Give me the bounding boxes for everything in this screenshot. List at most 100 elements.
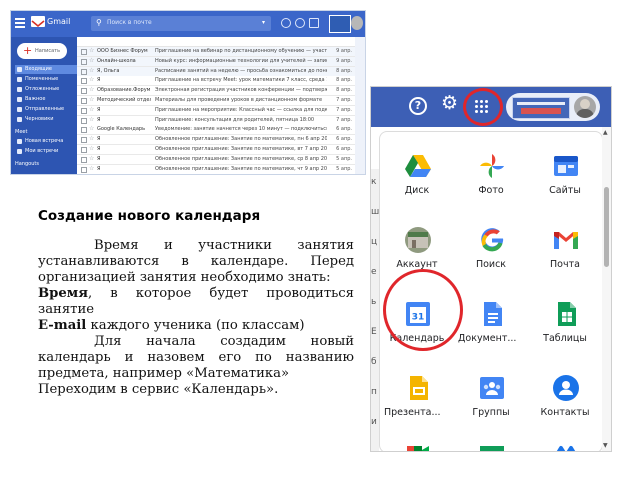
caret-down-icon[interactable]: ▾ [262,19,265,26]
app-drive[interactable]: Диск [380,142,454,206]
app-sheets[interactable]: Таблицы [528,290,602,354]
help-icon[interactable] [281,18,291,28]
apps-grid-icon[interactable] [309,18,319,28]
table-row[interactable]: ☆ Я Приглашение: консультация для родителе… [77,115,355,126]
jamboard-icon [556,446,576,451]
scroll-thumb[interactable] [604,187,609,267]
checkbox[interactable] [81,147,87,153]
app-contacts[interactable]: Контакты [528,364,602,428]
checkbox[interactable] [81,58,87,65]
app-classroom[interactable] [454,428,528,451]
scroll-down-icon[interactable]: ▼ [603,442,608,449]
star-icon[interactable]: ☆ [89,57,94,64]
contacts-icon [553,375,579,401]
star-icon[interactable]: ☆ [89,165,94,172]
intro-paragraph: Время и участники занятия устанавливаютс… [38,238,354,285]
page-title: Создание нового календаря [38,208,261,224]
checkbox[interactable] [81,137,87,144]
message-sender: Google Календарь [97,126,146,133]
sidebar-item-drafts[interactable]: Черновики [15,115,77,124]
table-row[interactable]: ☆ Образование.Форум Электронная регистраци… [77,86,355,97]
checkbox[interactable] [81,107,87,114]
table-row[interactable]: ☆ Я Обновленное приглашение: Занятие по ма… [77,154,355,165]
photos-icon [480,154,504,178]
sidebar-item-my-meetings[interactable]: Мои встречи [15,147,77,156]
table-row[interactable]: ☆ Я Обновленное приглашение: Занятие по ма… [77,135,355,146]
app-slides[interactable]: Презента... [380,364,454,428]
slides-icon [410,376,428,400]
star-icon[interactable]: ☆ [89,155,94,162]
search-placeholder: Поиск в почте [107,19,152,26]
table-row[interactable]: ☆ ООО Бизнес Форум Приглашение на вебинар … [77,47,355,57]
star-icon[interactable]: ☆ [89,116,94,123]
sidebar-item-new-meeting[interactable]: Новая встреча [15,137,77,146]
checkbox[interactable] [81,127,87,134]
app-docs[interactable]: Документ... [454,290,528,354]
gmail-screenshot: Gmail ⚲ Поиск в почте ▾ + Написать Входя… [10,10,366,175]
star-icon[interactable]: ☆ [89,76,94,83]
star-icon[interactable]: ☆ [89,125,94,132]
message-date: 7 апр. [336,97,352,103]
checkbox[interactable] [81,166,87,173]
inbox-icon [17,67,22,72]
search-icon: ⚲ [96,18,102,27]
menu-icon[interactable] [15,18,25,28]
help-icon[interactable]: ? [409,97,427,115]
search-input[interactable]: ⚲ Поиск в почте ▾ [91,16,271,31]
star-icon[interactable]: ☆ [89,135,94,142]
star-icon[interactable]: ☆ [89,86,94,93]
checkbox[interactable] [81,78,87,85]
scroll-up-icon[interactable]: ▲ [603,129,608,136]
star-icon[interactable]: ☆ [89,96,94,103]
app-search[interactable]: Поиск [454,216,528,280]
app-sites[interactable]: Сайты [528,142,602,206]
app-gmail[interactable]: Почта [528,216,602,280]
requirement-time: Время, в которое будет проводиться занят… [38,286,354,317]
checkbox[interactable] [81,49,87,55]
checkbox[interactable] [81,117,87,124]
app-jamboard[interactable] [528,428,602,451]
checkbox[interactable] [81,98,87,104]
sidebar-item-snoozed[interactable]: Отложенные [15,85,77,94]
apps-scrollbar[interactable]: ▲ ▼ [602,127,611,451]
sidebar-item-inbox[interactable]: Входящие [15,65,77,74]
compose-button[interactable]: + Написать [17,43,67,59]
star-icon[interactable]: ☆ [89,67,94,74]
requirement-email-label: E-mail [38,318,87,333]
table-row[interactable]: ☆ Я Приглашение на мероприятие: Классный ч… [77,105,355,116]
star-icon[interactable]: ☆ [89,106,94,113]
star-icon[interactable]: ☆ [89,145,94,152]
star-icon[interactable]: ☆ [89,47,94,54]
message-sender: Онлайн-школа [97,57,136,64]
gmail-icon [554,232,578,249]
checkbox[interactable] [81,88,87,95]
video-icon [17,139,22,144]
sidebar-item-sent[interactable]: Отправленные [15,105,77,114]
meet-icon [407,446,429,451]
account-switcher[interactable] [506,93,600,121]
hangouts-section-title: Hangouts [15,161,39,167]
message-subject: Материалы для проведения уроков в дистан… [155,97,323,103]
avatar[interactable] [351,16,363,30]
message-subject: Новый курс: информационные технологии дл… [155,57,327,64]
table-row[interactable]: ☆ Методический отдел Материалы для проведе… [77,96,355,106]
message-subject: Приглашение на вебинар по дистанционному… [155,48,327,54]
table-row[interactable]: ☆ Я Приглашение на встречу Meet: урок мате… [77,76,355,87]
gear-icon[interactable] [295,18,305,28]
app-meet[interactable] [380,428,454,451]
table-row[interactable]: ☆ Я Обновленное приглашение: Занятие по ма… [77,145,355,155]
table-row[interactable]: ☆ Google Календарь Уведомление: занятие на… [77,125,355,136]
table-row[interactable]: ☆ Онлайн-школа Новый курс: информационные … [77,56,355,67]
app-groups[interactable]: Группы [454,364,528,428]
table-row[interactable]: ☆ Я Обновленное приглашение: Занятие по ма… [77,164,355,174]
sidebar-item-starred[interactable]: Помеченные [15,75,77,84]
checkbox[interactable] [81,156,87,163]
message-subject: Приглашение на мероприятие: Классный час… [155,106,327,113]
sidebar-item-important[interactable]: Важное [15,95,77,104]
gear-icon[interactable]: ⚙ [441,92,458,114]
organization-logo[interactable] [329,15,351,33]
checkbox[interactable] [81,68,87,75]
classroom-icon [480,446,504,451]
app-photos[interactable]: Фото [454,142,528,206]
table-row[interactable]: ☆ Я, Ольга Расписание занятий на неделю — … [77,66,355,77]
